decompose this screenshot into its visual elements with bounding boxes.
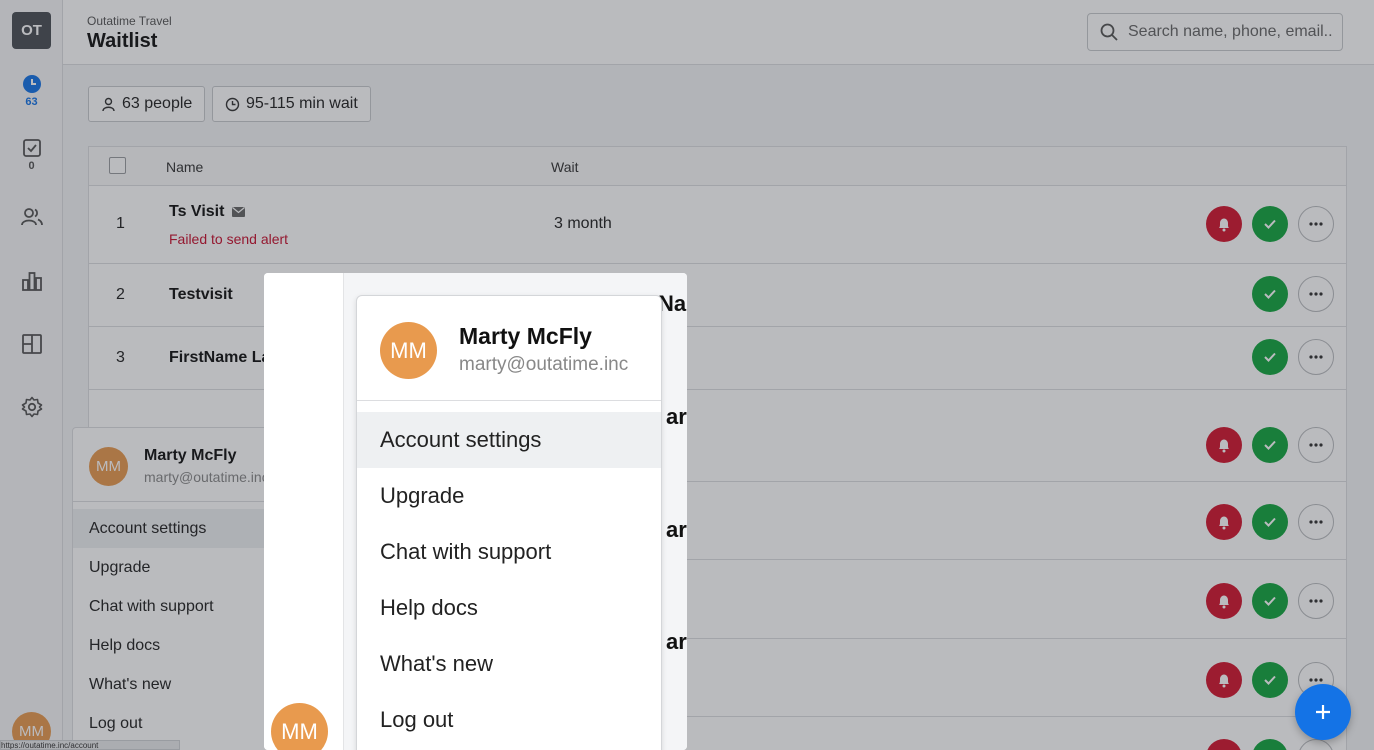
menu-divider xyxy=(357,400,661,401)
zoomed-user-menu: MM Na ar ar ar MM Marty McFly marty@outa… xyxy=(264,273,687,750)
avatar: MM xyxy=(380,322,437,379)
user-email: marty@outatime.inc xyxy=(459,354,629,375)
screen-dim-overlay xyxy=(0,0,1374,750)
obscured-text-fragment: ar xyxy=(666,404,687,429)
menu-item-whats-new[interactable]: What's new xyxy=(357,636,661,692)
obscured-text-fragment: Na xyxy=(658,291,687,316)
gear-icon xyxy=(286,273,314,281)
menu-item-log-out[interactable]: Log out xyxy=(357,692,661,748)
menu-item-upgrade[interactable]: Upgrade xyxy=(357,468,661,524)
add-guest-button[interactable] xyxy=(1295,684,1351,740)
menu-item-help-docs[interactable]: Help docs xyxy=(357,580,661,636)
user-name: Marty McFly xyxy=(459,323,592,349)
menu-item-account-settings[interactable]: Account settings xyxy=(357,412,661,468)
obscured-text-fragment: ar xyxy=(666,517,687,542)
menu-item-chat-support[interactable]: Chat with support xyxy=(357,524,661,580)
zoomed-sidebar: MM xyxy=(264,273,344,750)
plus-icon xyxy=(1316,705,1330,719)
obscured-text-fragment: ar xyxy=(666,629,687,654)
zoomed-menu-panel: MM Marty McFly marty@outatime.inc Accoun… xyxy=(356,295,662,750)
avatar: MM xyxy=(271,703,328,750)
